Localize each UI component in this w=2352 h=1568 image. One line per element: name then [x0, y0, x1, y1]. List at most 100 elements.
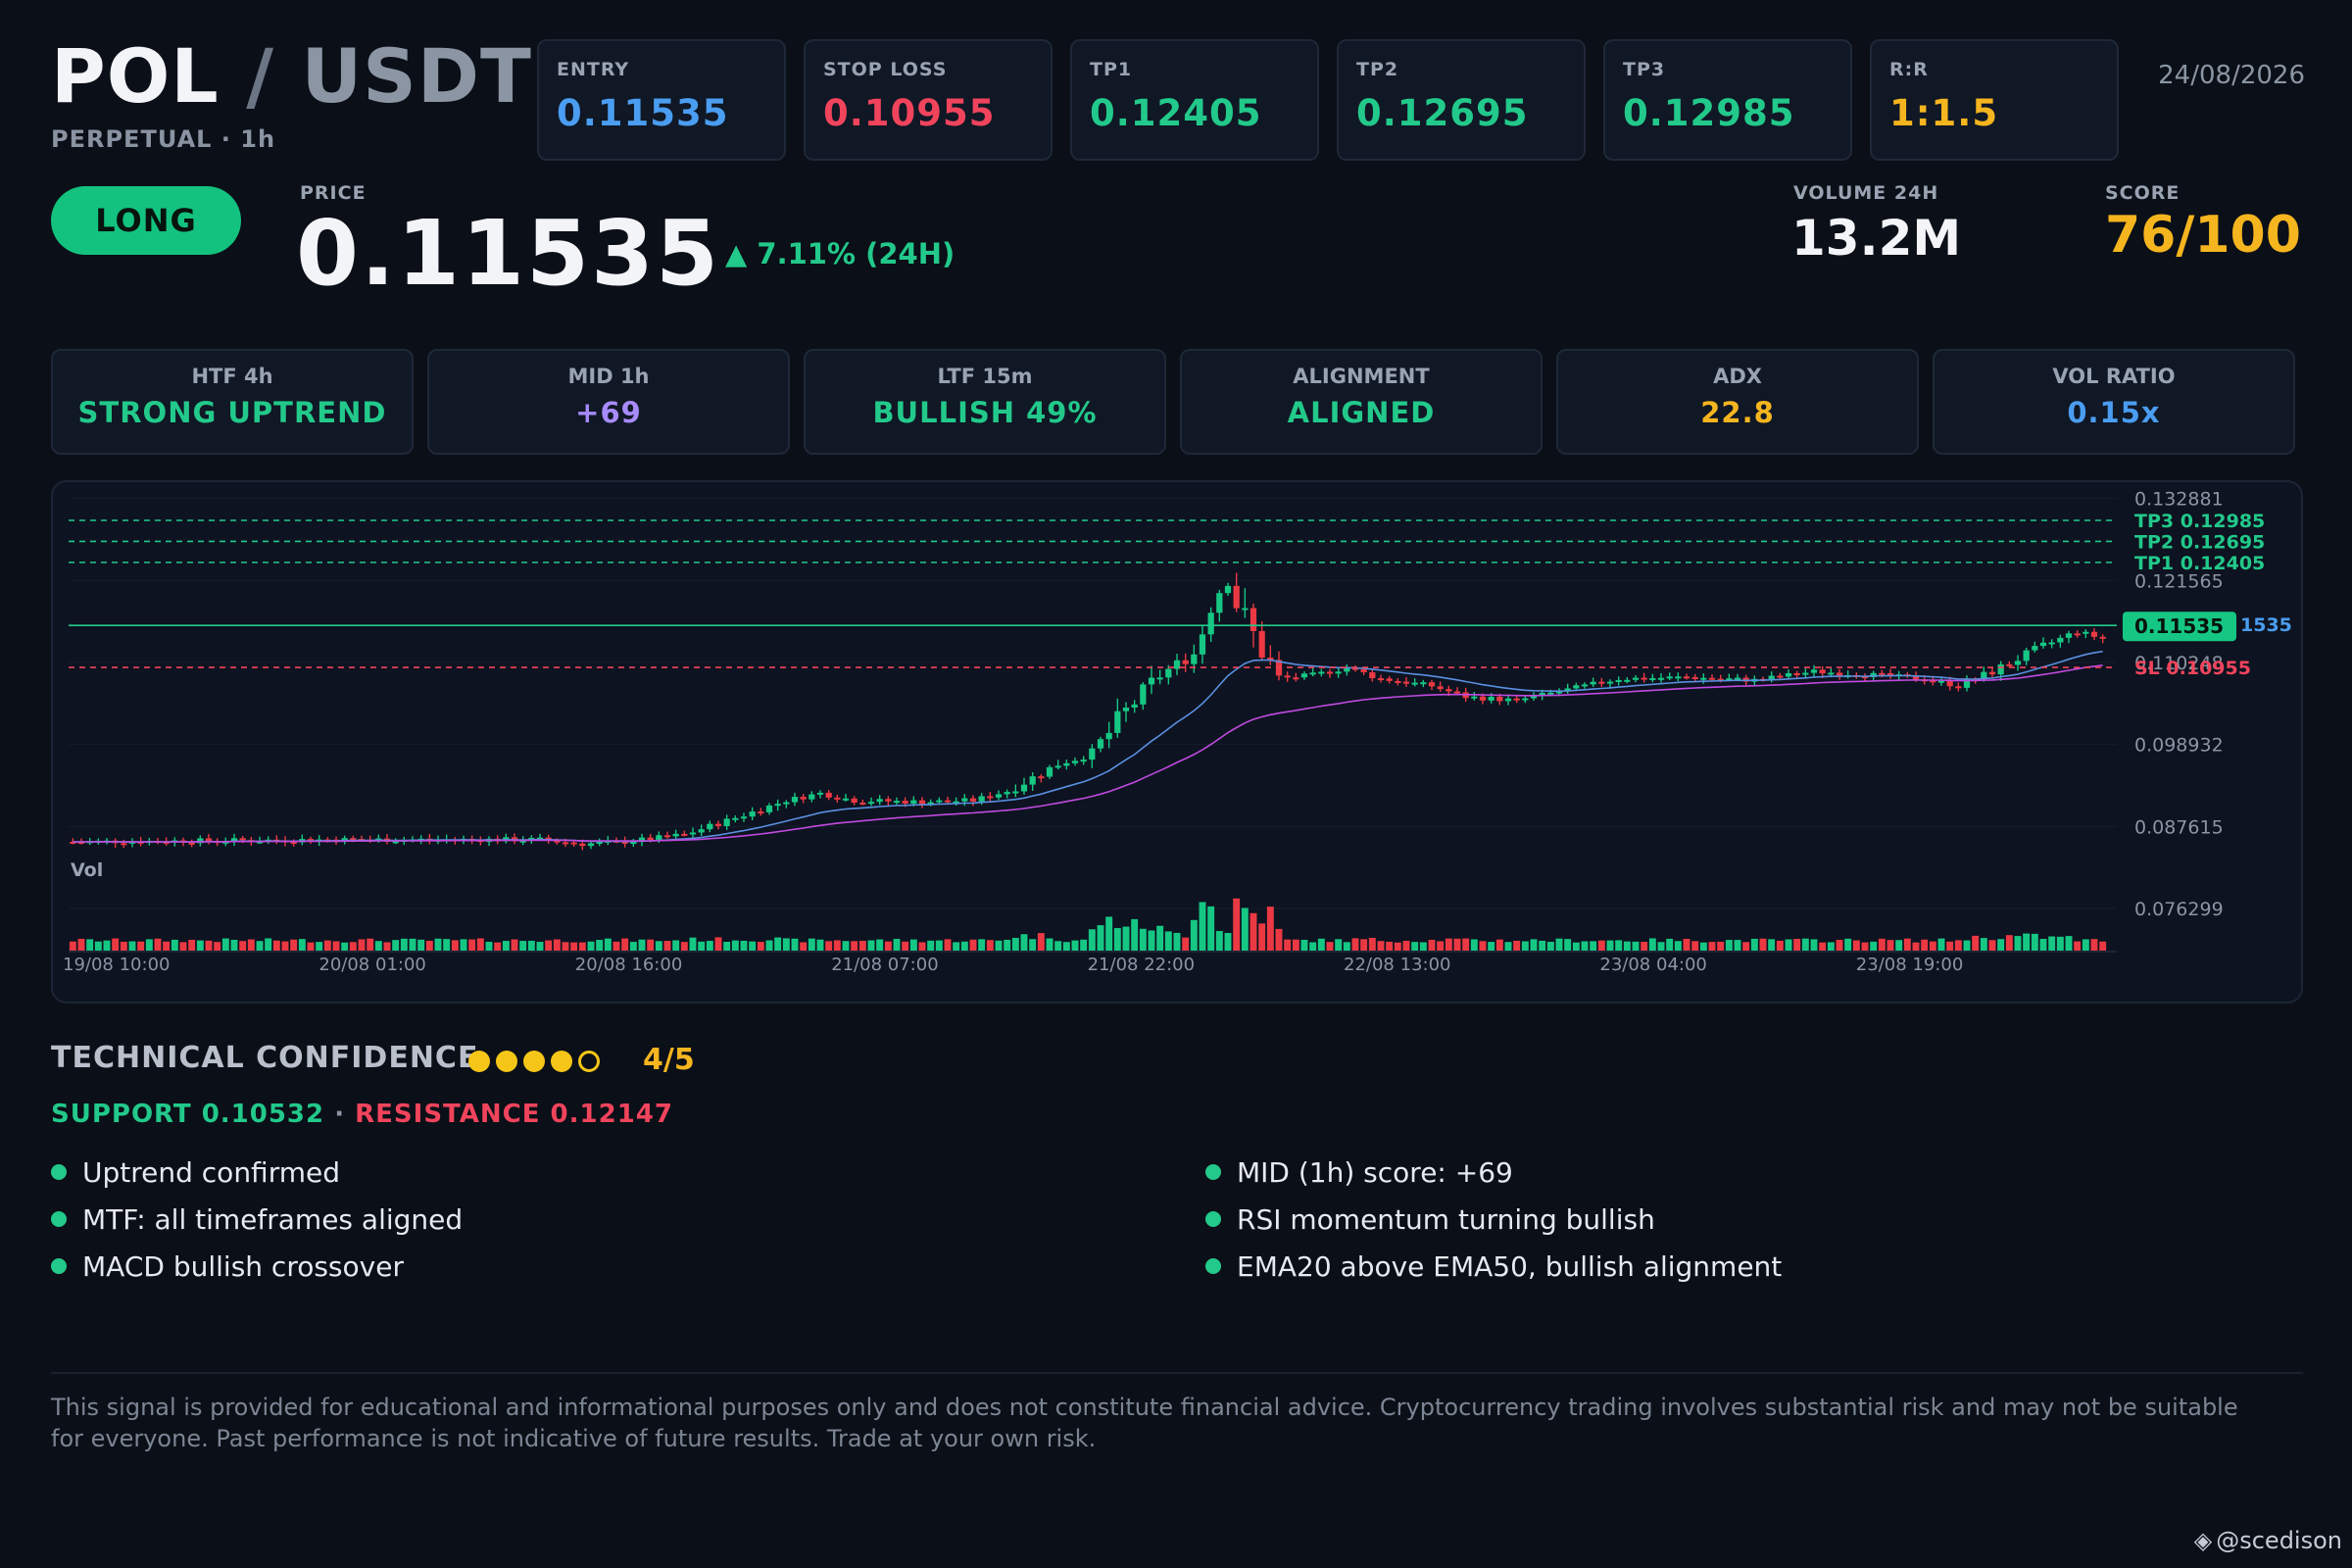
volume-bar — [265, 938, 272, 951]
candle-body — [1777, 675, 1784, 678]
volume-bar — [205, 940, 213, 951]
volume-bar — [77, 938, 85, 951]
volume-bar — [740, 940, 748, 951]
volume-bar — [1555, 938, 1563, 951]
volume-bar — [374, 941, 382, 951]
volume-bar — [196, 940, 204, 951]
volume-bar — [1224, 932, 1232, 951]
candle-body — [1785, 672, 1792, 677]
candle-body — [672, 833, 679, 837]
candle-body — [1377, 678, 1385, 681]
volume-bar — [1326, 942, 1334, 951]
technical-confidence-title: TECHNICAL CONFIDENCE — [51, 1041, 479, 1075]
volume-bar — [137, 941, 145, 951]
candle-body — [1606, 681, 1614, 684]
volume-bar — [1895, 940, 1903, 951]
x-tick-label: 22/08 13:00 — [1344, 955, 1450, 975]
volume-bar — [1674, 941, 1682, 951]
volume-bar — [1148, 930, 1155, 951]
candle-body — [1224, 585, 1232, 594]
volume-bar — [1054, 941, 1062, 951]
brand-handle[interactable]: ◈ @scedison — [2194, 1527, 2342, 1554]
volume-bar — [1292, 939, 1299, 951]
level-card-risk-reward: R:R 1:1.5 — [1870, 39, 2119, 161]
volume-bar — [960, 941, 968, 951]
candle-body — [1293, 677, 1299, 680]
volume-bar — [851, 941, 858, 951]
volume-bar — [2065, 936, 2073, 951]
volume-bar — [1368, 937, 1376, 951]
volume-bar — [1445, 938, 1452, 951]
volume-bar — [1071, 940, 1079, 951]
candle-body — [1657, 677, 1665, 680]
volume-bar — [757, 942, 764, 951]
volume-bar — [1810, 939, 1818, 951]
candle-body — [834, 797, 841, 800]
volume-bar — [1997, 939, 2005, 951]
candle-body — [689, 832, 697, 835]
volume-bar — [1827, 942, 1835, 951]
volume-bar — [86, 939, 94, 951]
volume-bar — [1241, 907, 1249, 951]
candle-body — [1063, 762, 1070, 766]
candle-body — [2090, 631, 2098, 637]
volume-bar — [1317, 938, 1325, 951]
candle-body — [1344, 667, 1350, 672]
level-label: STOP LOSS — [823, 59, 948, 80]
volume-bar — [417, 939, 425, 951]
volume-bar — [1590, 941, 1597, 951]
x-tick-label: 21/08 07:00 — [831, 955, 938, 975]
candle-body — [1879, 672, 1886, 675]
volume-bar — [1776, 940, 1784, 951]
candle-body — [918, 800, 926, 805]
candle-body — [732, 817, 739, 820]
volume-bar — [867, 940, 875, 951]
support-resistance-separator: · — [334, 1100, 346, 1129]
volume-bar — [425, 940, 433, 951]
candle-body — [1513, 698, 1520, 701]
volume-bar — [765, 940, 773, 951]
volume-bar — [367, 938, 374, 951]
candle-body — [1360, 668, 1367, 673]
volume-bar — [1266, 906, 1274, 951]
volume-bar — [1284, 939, 1292, 951]
volume-value: 13.2M — [1791, 210, 1962, 267]
candle-body — [1148, 677, 1155, 685]
signal-date: 24/08/2026 — [2158, 61, 2305, 90]
candle-body — [1114, 710, 1121, 733]
volume-bar — [1004, 939, 1011, 951]
x-tick-label: 23/08 19:00 — [1856, 955, 1963, 975]
level-label: TP2 — [1356, 59, 1399, 80]
volume-bar — [1852, 940, 1860, 951]
candle-body — [1369, 672, 1376, 679]
y-tick-label: 0.098932 — [2134, 735, 2224, 757]
candle-body — [859, 803, 866, 806]
volume-bar — [1980, 938, 1987, 951]
volume-bar — [163, 941, 171, 951]
volume-bar — [1870, 941, 1878, 951]
volume-bar — [341, 942, 349, 951]
volume-bar — [1504, 942, 1512, 951]
volume-bar — [1641, 941, 1648, 951]
volume-bar — [221, 938, 229, 951]
timeframe-label: VOL RATIO — [2052, 365, 2176, 388]
candle-body — [1793, 672, 1800, 675]
candle-body — [723, 818, 730, 826]
volume-bar — [612, 941, 620, 951]
volume-bar — [1564, 939, 1572, 951]
volume-bar — [214, 942, 221, 951]
volume-bar — [749, 941, 757, 951]
volume-bar — [434, 938, 442, 951]
volume-bar — [519, 941, 527, 951]
volume-bar — [842, 941, 850, 951]
volume-bar — [188, 939, 196, 951]
volume-bar — [714, 937, 722, 951]
candle-body — [1318, 671, 1325, 674]
volume-bar — [2005, 935, 2013, 951]
volume-bar — [392, 940, 400, 951]
candle-body — [1810, 669, 1818, 673]
candle-body — [2074, 633, 2081, 636]
timeframe-card-htf: HTF 4h STRONG UPTREND — [51, 349, 414, 455]
candle-body — [2099, 636, 2106, 639]
price-change-24h: ▲ 7.11% (24H) — [725, 237, 956, 270]
